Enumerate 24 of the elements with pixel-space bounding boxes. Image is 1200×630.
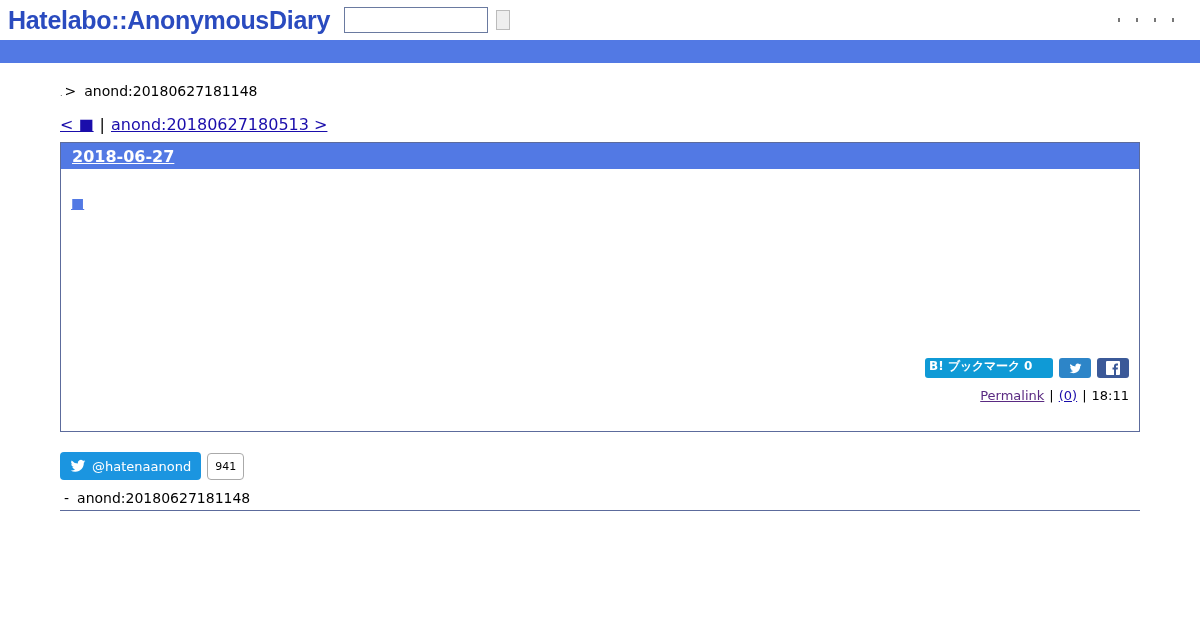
comments-link[interactable]: (0) bbox=[1058, 388, 1078, 403]
bird-icon bbox=[1068, 361, 1082, 375]
permalink-link[interactable]: Permalink bbox=[980, 388, 1045, 403]
entry-link[interactable]: ■ bbox=[71, 195, 85, 211]
prev-link[interactable]: < ■ bbox=[60, 115, 94, 134]
breadcrumb-current: anond:20180627181148 bbox=[84, 83, 258, 99]
pager-divider: | bbox=[99, 115, 105, 134]
breadcrumb-separator: > bbox=[64, 83, 77, 99]
follower-count: 941 bbox=[207, 452, 245, 480]
date-link[interactable]: 2018-06-27 bbox=[72, 146, 175, 166]
tweet-button[interactable] bbox=[1059, 358, 1091, 378]
footer-divider: | bbox=[1049, 388, 1054, 403]
search-field[interactable] bbox=[344, 7, 488, 33]
home-link[interactable]: . bbox=[60, 89, 63, 98]
search-button[interactable] bbox=[496, 10, 510, 30]
next-link[interactable]: anond:20180627180513 > bbox=[111, 115, 328, 134]
site-logo[interactable]: Hatelabo::AnonymousDiary bbox=[8, 5, 330, 35]
facebook-icon bbox=[1106, 361, 1120, 375]
footer-divider: | bbox=[1082, 388, 1087, 403]
bird-icon bbox=[70, 458, 86, 474]
entry-time: 18:11 bbox=[1091, 388, 1129, 403]
share-button[interactable] bbox=[1097, 358, 1129, 378]
ref-bullet: - bbox=[64, 490, 70, 506]
ref-title: anond:20180627181148 bbox=[77, 490, 251, 506]
